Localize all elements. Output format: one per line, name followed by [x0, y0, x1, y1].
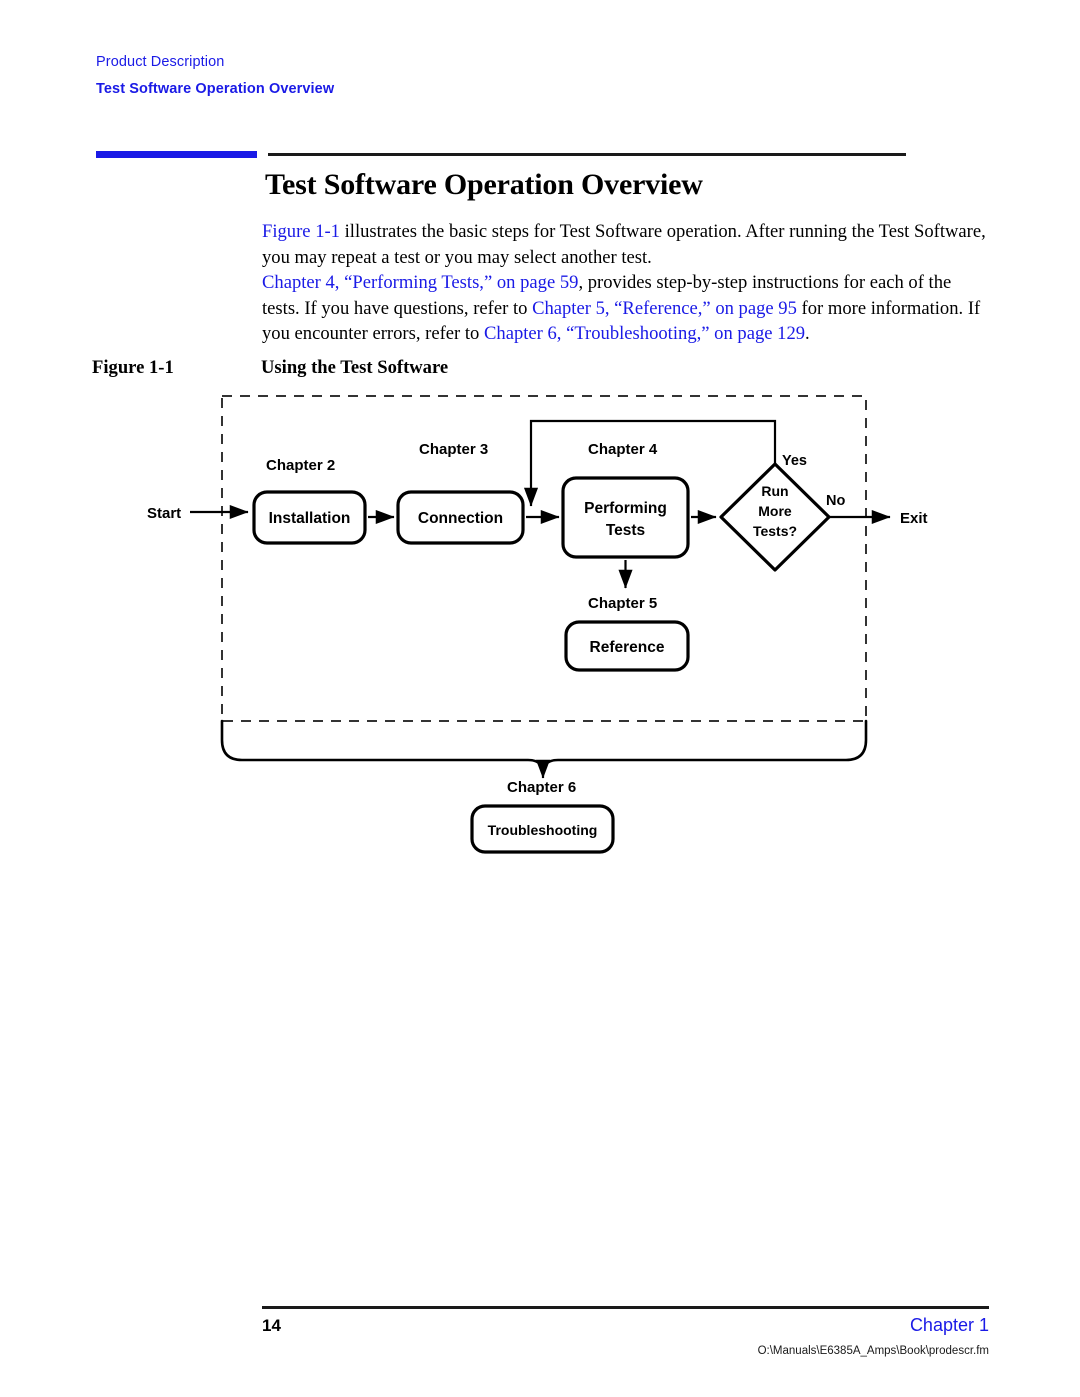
- running-header-section-name: Test Software Operation Overview: [96, 81, 335, 97]
- xref-chapter-6[interactable]: Chapter 6, “Troubleshooting,” on page 12…: [484, 323, 805, 344]
- header-black-rule: [268, 153, 906, 156]
- header-blue-rule: [96, 151, 257, 158]
- chapter-label-installation: Chapter 2: [266, 457, 335, 474]
- footer-page-number: 14: [262, 1316, 281, 1335]
- running-header-chapter-name: Product Description: [96, 54, 225, 70]
- decision-label-line1: Run: [761, 483, 788, 499]
- figure-caption-label: Figure 1-1: [92, 357, 174, 378]
- intro-paragraph-text: illustrates the basic steps for Test Sof…: [262, 221, 986, 268]
- chapter-label-troubleshooting: Chapter 6: [507, 779, 576, 796]
- node-performing-tests[interactable]: [561, 476, 690, 559]
- figure-caption-title: Using the Test Software: [261, 357, 449, 378]
- node-reference-label: Reference: [590, 639, 665, 656]
- xref-chapter-4[interactable]: Chapter 4, “Performing Tests,” on page 5…: [262, 272, 578, 293]
- flow-exit-label: Exit: [900, 510, 928, 527]
- node-installation-label: Installation: [269, 510, 351, 527]
- reference-paragraph-text-3: .: [805, 323, 810, 344]
- node-performing-tests-label-line1: Performing: [584, 500, 667, 517]
- page-title: Test Software Operation Overview: [265, 168, 703, 201]
- footer-rule: [262, 1306, 989, 1309]
- footer-file-path: O:\Manuals\E6385A_Amps\Book\prodescr.fm: [757, 1345, 989, 1357]
- flow-start-label: Start: [147, 505, 181, 522]
- edge-label-no: No: [826, 493, 845, 509]
- footer-chapter-label: Chapter 1: [909, 1315, 989, 1335]
- edge-boundary-to-troubleshooting: [220, 719, 868, 774]
- decision-label-line2: More: [758, 503, 792, 519]
- chapter-label-performing-tests: Chapter 4: [588, 441, 658, 458]
- edge-label-yes: Yes: [782, 453, 807, 469]
- chapter-label-connection: Chapter 3: [419, 441, 488, 458]
- reference-paragraph: Chapter 4, “Performing Tests,” on page 5…: [262, 270, 989, 347]
- intro-paragraph: Figure 1-1 illustrates the basic steps f…: [262, 219, 989, 270]
- xref-figure-1-1[interactable]: Figure 1-1: [262, 221, 340, 242]
- node-troubleshooting-label: Troubleshooting: [488, 822, 598, 838]
- node-performing-tests-label-line2: Tests: [606, 522, 645, 539]
- xref-chapter-5[interactable]: Chapter 5, “Reference,” on page 95: [532, 298, 797, 319]
- chapter-label-reference: Chapter 5: [588, 595, 657, 612]
- document-page: Product Description Test Software Operat…: [0, 0, 1080, 1397]
- decision-label-line3: Tests?: [753, 523, 797, 539]
- node-connection-label: Connection: [418, 510, 503, 527]
- flowchart-using-the-test-software: Start Chapter 2 Installation Chapter 3 C…: [147, 395, 928, 854]
